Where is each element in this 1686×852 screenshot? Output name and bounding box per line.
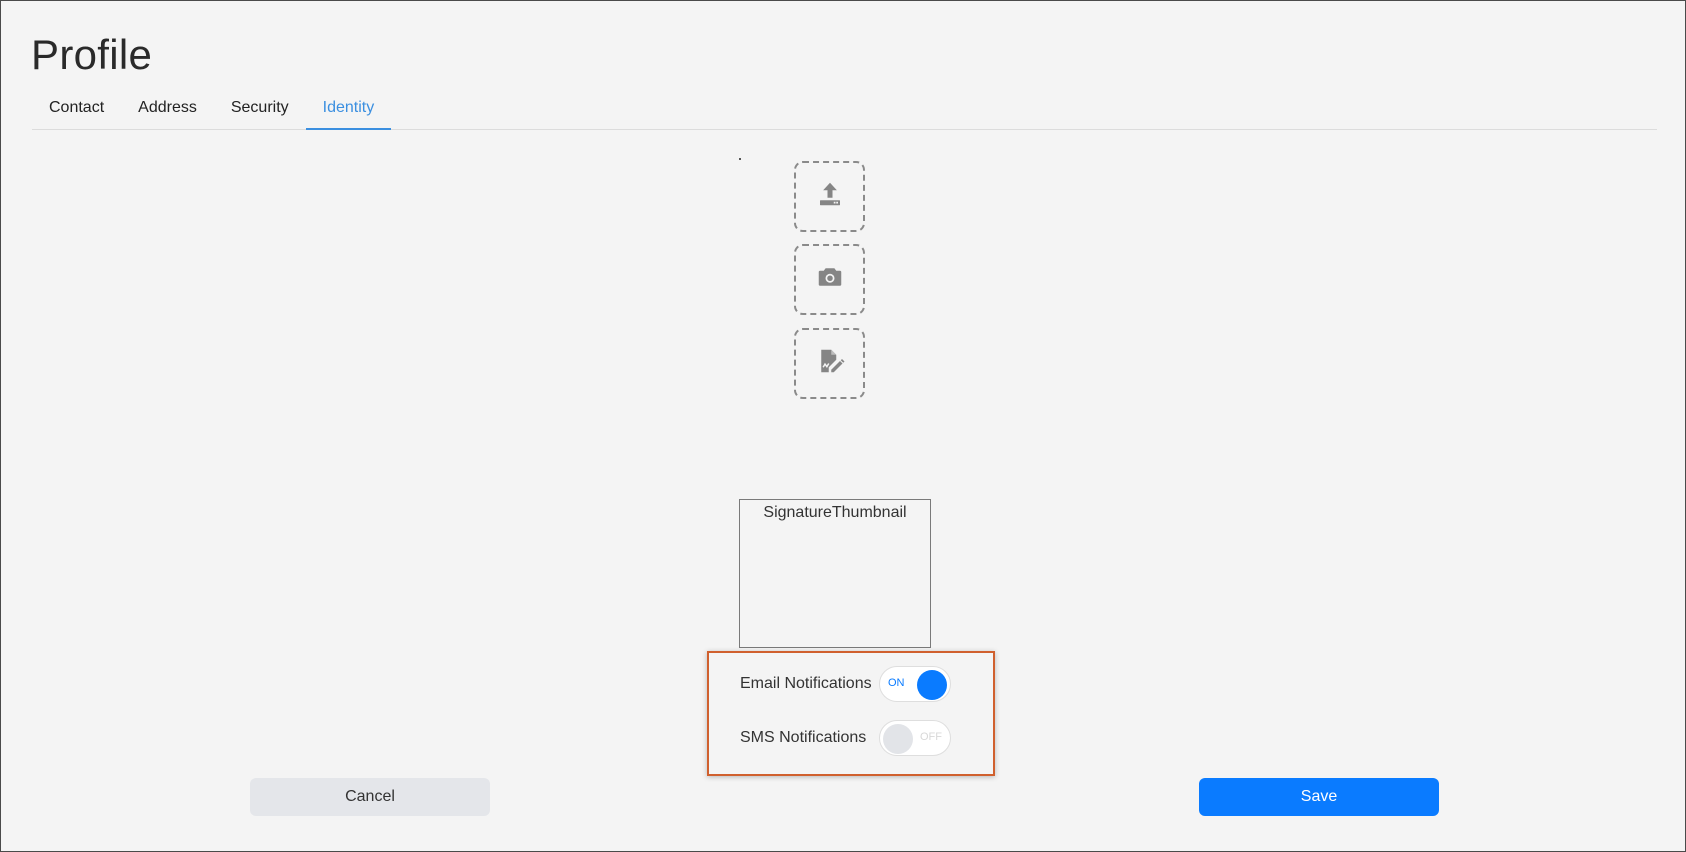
signature-thumbnail: SignatureThumbnail — [739, 499, 931, 648]
tab-address[interactable]: Address — [121, 94, 214, 130]
email-notifications-label: Email Notifications — [740, 675, 872, 692]
upload-icon — [815, 179, 845, 214]
save-button[interactable]: Save — [1199, 778, 1439, 816]
email-notifications-row: Email Notifications ON — [740, 666, 951, 702]
cancel-button[interactable]: Cancel — [250, 778, 490, 816]
page-title: Profile — [31, 31, 153, 78]
profile-tabs: Contact Address Security Identity — [32, 94, 1657, 130]
stray-dot — [739, 158, 741, 160]
signature-thumbnail-label: SignatureThumbnail — [763, 504, 907, 521]
sms-notifications-toggle[interactable]: OFF — [879, 720, 951, 756]
camera-icon — [815, 262, 845, 297]
tab-security[interactable]: Security — [214, 94, 306, 130]
tab-identity[interactable]: Identity — [305, 94, 392, 130]
profile-window: Profile Contact Address Security Identit… — [0, 0, 1686, 852]
toggle-state-on: ON — [888, 677, 905, 689]
toggle-state-off: OFF — [920, 731, 942, 743]
sms-notifications-label: SMS Notifications — [740, 729, 867, 746]
toggle-knob — [883, 724, 913, 754]
signature-button[interactable] — [794, 328, 865, 399]
upload-button[interactable] — [794, 161, 865, 232]
email-notifications-toggle[interactable]: ON — [879, 666, 951, 702]
signature-icon — [815, 346, 845, 381]
tab-contact[interactable]: Contact — [32, 94, 121, 130]
toggle-knob — [917, 670, 947, 700]
sms-notifications-row: SMS Notifications OFF — [740, 720, 951, 756]
notification-settings: Email Notifications ON SMS Notifications… — [707, 651, 995, 776]
camera-button[interactable] — [794, 244, 865, 315]
